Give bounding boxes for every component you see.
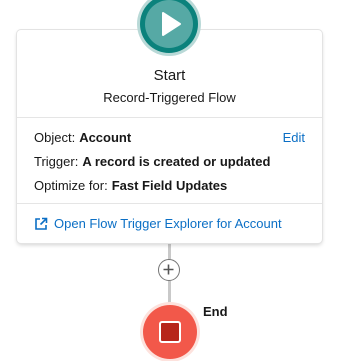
- start-node-card[interactable]: Start Record-Triggered Flow Edit Object:…: [17, 30, 322, 243]
- object-row: Object: Account: [34, 130, 131, 145]
- object-label: Object:: [34, 130, 76, 145]
- optimize-value: Fast Field Updates: [111, 178, 228, 193]
- start-node-details: Edit Object: Account Trigger: A record is …: [17, 118, 322, 204]
- object-value: Account: [79, 130, 132, 145]
- start-node-icon[interactable]: [140, 0, 198, 53]
- flow-trigger-explorer-link[interactable]: Open Flow Trigger Explorer for Account: [34, 216, 282, 231]
- plus-icon: [163, 264, 174, 275]
- edit-link[interactable]: Edit: [283, 130, 305, 145]
- play-icon: [162, 12, 181, 36]
- start-node-title: Start: [153, 67, 186, 84]
- optimize-label: Optimize for:: [34, 178, 108, 193]
- external-link-icon: [35, 217, 48, 230]
- start-node-subtitle: Record-Triggered Flow: [103, 90, 236, 105]
- trigger-value: A record is created or updated: [82, 154, 271, 169]
- optimize-row: Optimize for: Fast Field Updates: [34, 178, 227, 193]
- flow-canvas: Start Record-Triggered Flow Edit Object:…: [0, 0, 346, 361]
- add-element-button[interactable]: [158, 259, 180, 281]
- end-node-label: End: [203, 304, 228, 319]
- stop-icon: [159, 321, 181, 343]
- start-icon-inner: [145, 0, 193, 48]
- end-node-icon[interactable]: [143, 305, 197, 359]
- trigger-label: Trigger:: [34, 154, 79, 169]
- flow-trigger-explorer-label: Open Flow Trigger Explorer for Account: [54, 216, 282, 231]
- trigger-row: Trigger: A record is created or updated: [34, 154, 270, 169]
- connector-line-top: [168, 243, 171, 259]
